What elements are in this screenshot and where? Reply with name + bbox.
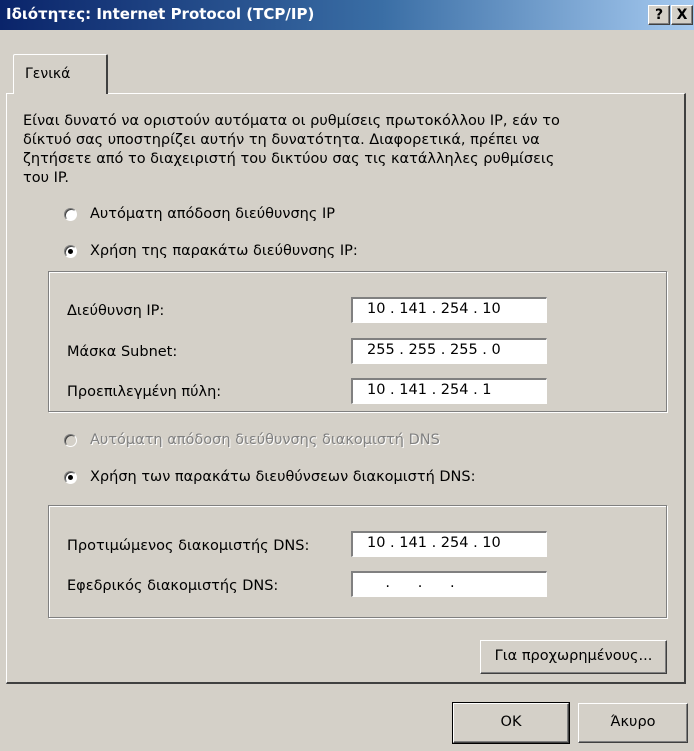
advanced-button[interactable]: Για προχωρημένους... (480, 640, 667, 674)
preferred-dns-input[interactable]: 10 . 141 . 254 . 10 (350, 530, 548, 558)
description-line: Είναι δυνατό να οριστούν αυτόματα οι ρυθ… (23, 113, 560, 129)
properties-dialog: Ιδιότητες: Internet Protocol (TCP/IP) ? … (0, 0, 694, 751)
ok-button[interactable]: OK (452, 702, 570, 744)
subnet-mask-input[interactable]: 255 . 255 . 255 . 0 (350, 337, 548, 365)
manual-dns-radio[interactable] (64, 471, 77, 484)
manual-ip-label: Χρήση της παρακάτω διεύθυνσης IP: (90, 243, 358, 259)
help-button[interactable]: ? (648, 5, 670, 25)
preferred-dns-value: 10 . 141 . 254 . 10 (367, 535, 501, 551)
auto-dns-radio[interactable] (64, 434, 77, 447)
tab-general[interactable]: Γενικά (13, 54, 108, 94)
alternate-dns-value: . . . (367, 575, 455, 591)
preferred-dns-label: Προτιμώμενος διακομιστής DNS: (67, 538, 310, 554)
gateway-label: Προεπιλεγμένη πύλη: (67, 384, 222, 400)
ip-address-input[interactable]: 10 . 141 . 254 . 10 (350, 296, 548, 324)
close-button[interactable]: X (671, 5, 693, 25)
alternate-dns-input[interactable]: . . . (350, 570, 548, 598)
subnet-mask-value: 255 . 255 . 255 . 0 (367, 342, 501, 358)
ip-address-label: Διεύθυνση IP: (67, 303, 165, 319)
gateway-value: 10 . 141 . 254 . 1 (367, 382, 492, 398)
alternate-dns-label: Εφεδρικός διακομιστής DNS: (67, 578, 279, 594)
manual-ip-radio[interactable] (64, 245, 77, 258)
ip-address-value: 10 . 141 . 254 . 10 (367, 301, 501, 317)
auto-ip-label: Αυτόματη απόδοση διεύθυνσης IP (90, 206, 335, 222)
description-line: του IP. (23, 170, 69, 186)
window-title: Ιδιότητες: Internet Protocol (TCP/IP) (6, 5, 315, 23)
gateway-input[interactable]: 10 . 141 . 254 . 1 (350, 377, 548, 405)
description-line: δίκτυό σας υποστηρίζει αυτήν τη δυνατότη… (23, 132, 540, 148)
description-line: ζητήσετε από το διαχειριστή του δικτύου … (23, 151, 555, 167)
subnet-mask-label: Μάσκα Subnet: (67, 344, 178, 360)
title-bar[interactable]: Ιδιότητες: Internet Protocol (TCP/IP) ? … (0, 0, 694, 30)
description-text: Είναι δυνατό να οριστούν αυτόματα οι ρυθ… (23, 112, 673, 188)
cancel-button[interactable]: Άκυρο (578, 703, 688, 743)
auto-dns-label: Αυτόματη απόδοση διεύθυνσης διακομιστή D… (90, 432, 440, 448)
dns-settings-group (48, 505, 667, 618)
tab-general-label: Γενικά (25, 66, 71, 82)
auto-ip-radio[interactable] (64, 208, 77, 221)
manual-dns-label: Χρήση των παρακάτω διευθύνσεων διακομιστ… (90, 469, 476, 485)
